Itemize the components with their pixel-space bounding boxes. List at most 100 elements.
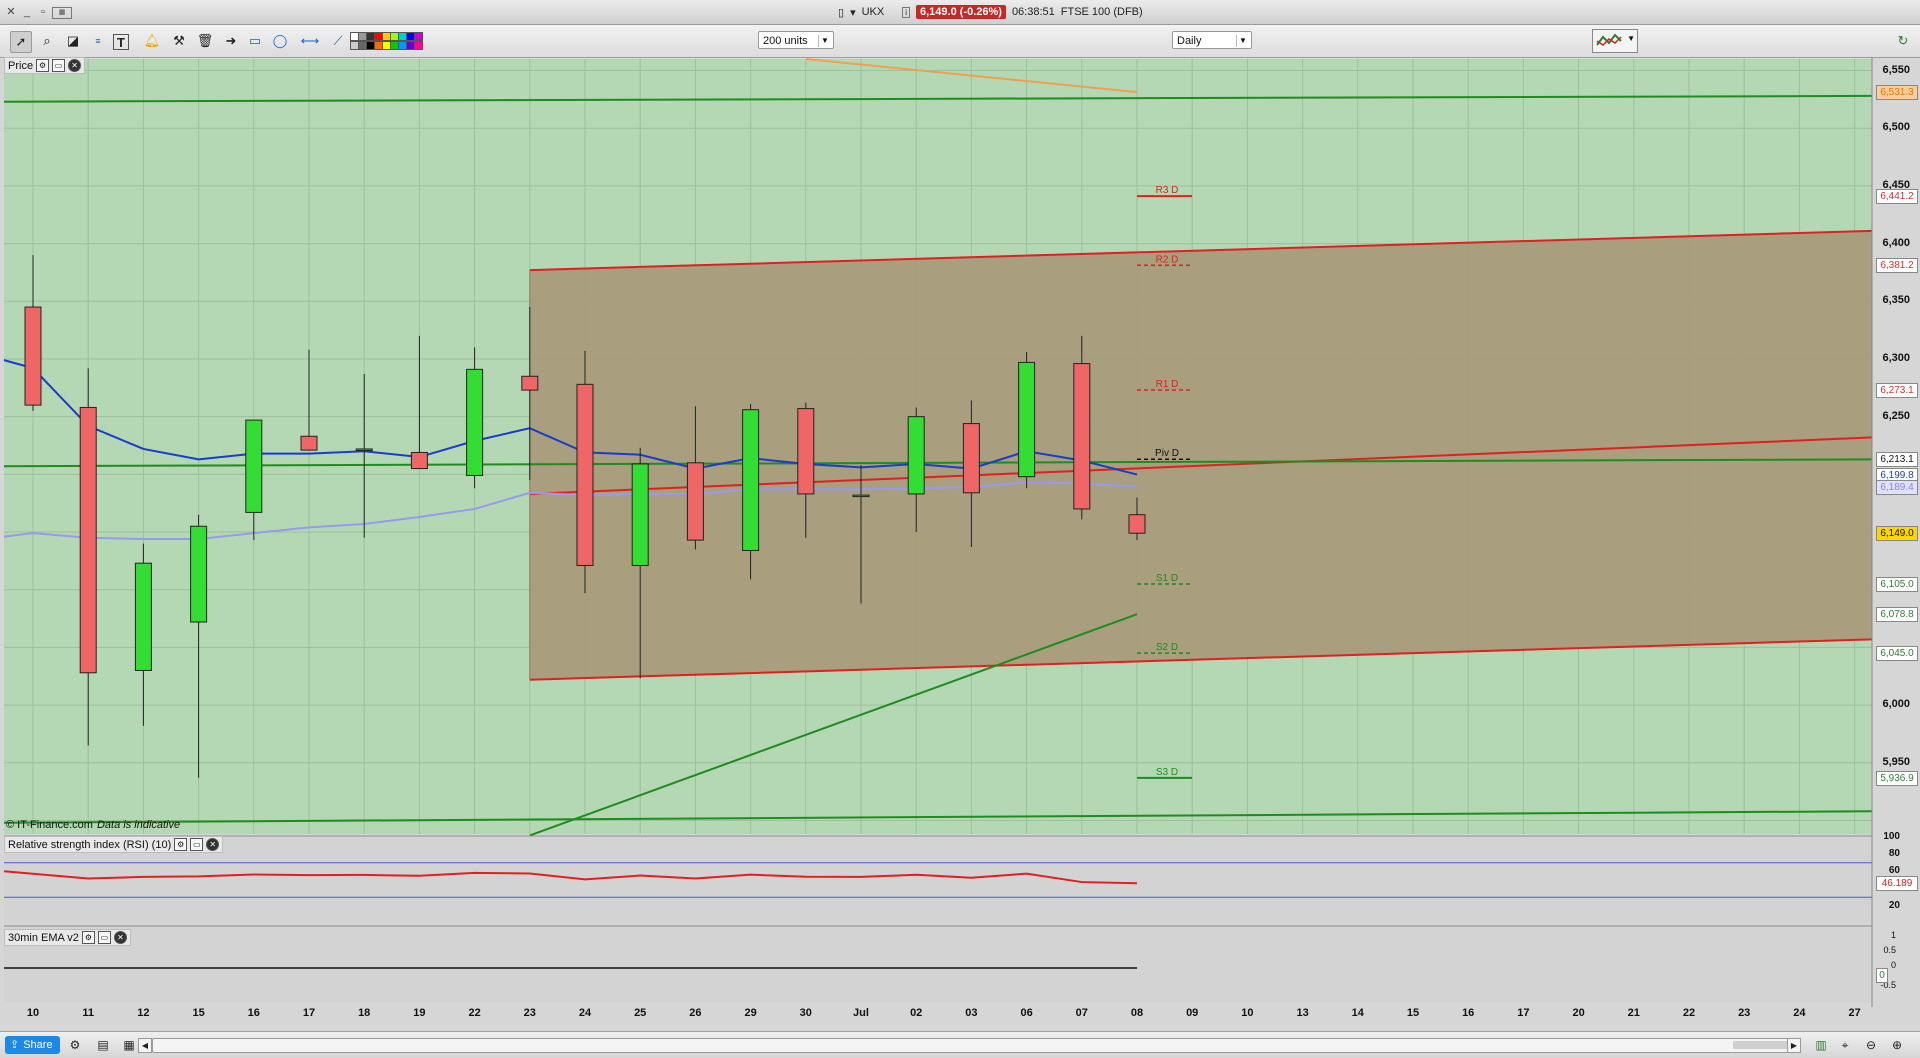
price-axis-tag: 6,078.8 [1876, 607, 1918, 623]
x-axis-label: 16 [1462, 1007, 1475, 1019]
x-axis-label: 27 [1848, 1007, 1861, 1019]
close-icon[interactable]: ✕ [113, 931, 127, 944]
period-select[interactable]: Daily ▼ [1172, 31, 1252, 49]
ema-panel-label: 30min EMA v2 ⚙ ▭ ✕ [4, 929, 131, 946]
zoom-in-icon[interactable]: ⊕ [1888, 1036, 1906, 1054]
close-icon[interactable]: ✕ [206, 838, 220, 851]
chevron-down-icon: ▼ [1236, 35, 1249, 47]
pivot-label: R1 D [1156, 379, 1179, 390]
pivot-label: Piv D [1155, 448, 1179, 459]
phone-icon: ▯ [838, 6, 845, 19]
arrow-icon[interactable]: ➜ [221, 31, 241, 51]
trend-line-icon[interactable]: ⟋ [328, 31, 348, 51]
trash-icon[interactable]: 🗑︎ [195, 31, 215, 51]
share-button[interactable]: ⇪ Share [5, 1036, 60, 1054]
alert-bell-icon[interactable]: 🔔︎ [142, 31, 162, 51]
chart-area[interactable]: R3 D R2 D R1 D Piv D S1 D S2 D S3 D Price ⚙ ▭ … [0, 57, 1920, 1031]
x-axis-label: 19 [413, 1007, 426, 1019]
x-axis-label: 24 [578, 1007, 592, 1019]
x-axis-label: 10 [1241, 1007, 1254, 1019]
x-axis-label: 25 [634, 1007, 647, 1019]
wrench-icon[interactable]: ⚙ [174, 838, 188, 851]
units-select-value: 200 units [763, 35, 808, 47]
x-axis-label: 13 [1296, 1007, 1309, 1019]
wrench-icon[interactable]: ⚙ [36, 59, 50, 72]
x-axis-label: 20 [1572, 1007, 1585, 1019]
x-axis-label: 22 [468, 1007, 481, 1019]
measure-icon[interactable]: ⚒ [169, 31, 189, 51]
info-icon[interactable]: i [902, 6, 910, 18]
x-axis-label: 12 [137, 1007, 150, 1019]
x-axis-label: Jul [853, 1007, 869, 1019]
chart-canvas[interactable]: R3 D R2 D R1 D Piv D S1 D S2 D S3 D [0, 57, 1920, 1031]
ema-axis-label: 1 [1890, 930, 1896, 940]
zoom-out-icon[interactable]: ⊖ [1862, 1036, 1880, 1054]
close-window-icon[interactable]: ✕ [4, 5, 18, 19]
x-axis-label: 02 [910, 1007, 923, 1019]
chart-type-select[interactable]: ▼ [1592, 29, 1638, 53]
dropdown-arrow-icon[interactable]: ▾ [850, 6, 856, 19]
y-axis-label: 6,250 [1882, 409, 1910, 422]
x-axis-label: 09 [1186, 1007, 1199, 1019]
keyboard-icon[interactable]: ▦ [52, 7, 72, 19]
rsi-panel-bg [4, 837, 1872, 923]
refresh-icon[interactable]: ↻ [1893, 31, 1913, 51]
rsi-axis-label: 20 [1888, 899, 1900, 911]
instrument-name: FTSE 100 (DFB) [1060, 6, 1143, 18]
ema-value-tag: 0 [1876, 968, 1888, 983]
horizontal-scrollbar[interactable] [152, 1038, 1794, 1053]
x-axis-label: 29 [744, 1007, 757, 1019]
scroll-left-icon[interactable]: ◀ [138, 1038, 152, 1053]
y-axis-label: 6,500 [1882, 121, 1910, 134]
restore-window-icon[interactable]: ▫ [36, 5, 50, 19]
zoom-fit-icon[interactable]: ⌖ [1836, 1036, 1854, 1054]
units-select[interactable]: 200 units ▼ [758, 31, 834, 49]
y-axis-label: 6,550 [1882, 63, 1910, 76]
window-icon[interactable]: ▭ [97, 931, 111, 944]
share-label: Share [23, 1039, 53, 1051]
period-select-value: Daily [1177, 35, 1202, 47]
text-icon[interactable]: T [113, 34, 129, 50]
window-icon[interactable]: ▭ [190, 838, 204, 851]
ellipse-icon[interactable]: ◯ [270, 31, 290, 51]
pivot-label: S1 D [1156, 573, 1178, 584]
y-axis-label: 6,400 [1882, 236, 1910, 249]
candle-body [631, 463, 649, 566]
x-axis-label: 16 [247, 1007, 260, 1019]
candle-body [907, 416, 925, 495]
color-swatch[interactable] [414, 32, 423, 41]
layout-icon[interactable]: ▤ [94, 1036, 112, 1054]
close-icon[interactable]: ✕ [68, 59, 82, 72]
magnifier-icon[interactable]: ⌕ [37, 31, 57, 51]
chart-icon[interactable]: ◪ [63, 31, 83, 51]
wrench-icon[interactable]: ⚙ [81, 931, 95, 944]
price-axis-tag: 6,213.1 [1876, 452, 1918, 468]
pivot-label: S3 D [1156, 767, 1178, 778]
scrollbar-thumb[interactable] [1733, 1041, 1793, 1049]
candle-body [576, 383, 594, 566]
window-icon[interactable]: ▭ [52, 59, 66, 72]
x-axis-label: 23 [523, 1007, 536, 1019]
candles-icon[interactable]: ▥ [1812, 1036, 1830, 1054]
pointer-icon[interactable]: ➚ [10, 31, 32, 53]
x-axis-label: 03 [965, 1007, 978, 1019]
ema-panel-title: 30min EMA v2 [8, 931, 79, 944]
window-title: ▯ ▾ UKX i 6,149.0 (-0.26%) 06:38:51 FTSE… [838, 4, 1143, 20]
channel-fill [529, 230, 1872, 680]
color-swatch[interactable] [414, 41, 423, 50]
rectangle-icon[interactable]: ▭ [245, 31, 265, 51]
ruler-icon[interactable]: ≡ [88, 31, 108, 51]
x-axis-label: 17 [1517, 1007, 1530, 1019]
candle-body [852, 494, 870, 498]
settings-icon[interactable]: ⚙ [66, 1036, 84, 1054]
data-credit: © IT-Finance.com Data is indicative [6, 819, 180, 831]
candle-body [24, 306, 42, 406]
grid-icon[interactable]: ▦ [120, 1036, 138, 1054]
price-axis-tag: 6,189.4 [1876, 479, 1918, 495]
price-axis-tag: 6,531.3 [1876, 85, 1918, 101]
minimize-window-icon[interactable]: _ [20, 5, 34, 19]
scroll-right-icon[interactable]: ▶ [1787, 1038, 1801, 1053]
x-axis-label: 22 [1682, 1007, 1696, 1019]
x-axis-label: 07 [1075, 1007, 1088, 1019]
horizontal-line-icon[interactable]: ⟷ [300, 31, 320, 51]
